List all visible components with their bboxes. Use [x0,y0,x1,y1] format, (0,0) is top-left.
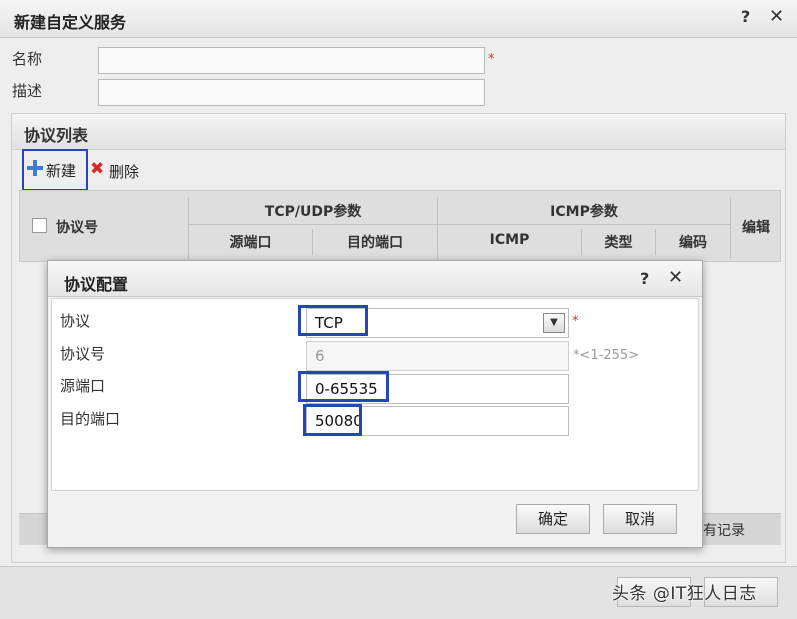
help-icon[interactable]: ? [640,269,649,288]
src-port-highlight [298,371,389,402]
x-icon[interactable]: ✖ [90,160,104,178]
ok-button[interactable]: 确定 [516,504,590,534]
new-button[interactable]: 新建 [46,160,76,181]
col-src-port[interactable]: 源端口 [189,232,312,252]
help-icon[interactable]: ? [741,7,750,26]
col-type[interactable]: 类型 [582,232,655,252]
col-icmp[interactable]: ICMP [438,232,581,248]
protocol-list-title: 协议列表 [24,126,89,145]
protocol-label: 协议 [60,312,91,330]
select-all-checkbox[interactable] [32,218,47,233]
protocol-table-header: 协议号 TCP/UDP参数 源端口 目的端口 ICMP参数 ICMP 类型 编码… [19,190,781,262]
protocol-highlight [298,305,368,336]
plus-icon[interactable] [27,160,43,176]
cancel-button[interactable]: 取消 [603,504,677,534]
name-input[interactable] [98,47,485,74]
desc-label: 描述 [12,82,43,100]
inner-titlebar: 协议配置 [48,261,702,297]
group-tcp-udp: TCP/UDP参数 [264,204,362,220]
inner-title: 协议配置 [64,275,129,294]
desc-input[interactable] [98,79,485,106]
group-icmp: ICMP参数 [550,204,618,220]
src-port-label: 源端口 [60,377,106,395]
protocol-no-input: 6 [306,341,569,371]
close-icon[interactable]: ✕ [668,267,683,288]
col-code[interactable]: 编码 [656,232,730,252]
required-mark: * [572,314,579,329]
records-text: 有记录 [703,523,745,539]
col-dst-port[interactable]: 目的端口 [313,232,437,252]
chevron-down-icon[interactable]: ▼ [543,313,565,333]
col-protocol-no[interactable]: 协议号 [56,217,136,237]
watermark: 头条 @IT狂人日志 [612,584,757,604]
protocol-list-header: 协议列表 [12,114,785,150]
dialog-title: 新建自定义服务 [14,13,127,32]
protocol-no-hint: *<1-255> [573,348,640,363]
close-icon[interactable]: ✕ [769,6,784,27]
col-edit[interactable]: 编辑 [731,217,781,237]
dialog-titlebar: 新建自定义服务 [0,0,797,38]
name-label: 名称 [12,50,43,68]
dst-port-label: 目的端口 [60,410,121,428]
delete-button[interactable]: 删除 [109,161,139,182]
protocol-no-label: 协议号 [60,345,106,363]
dst-port-highlight [303,404,362,436]
required-mark: * [488,52,495,67]
